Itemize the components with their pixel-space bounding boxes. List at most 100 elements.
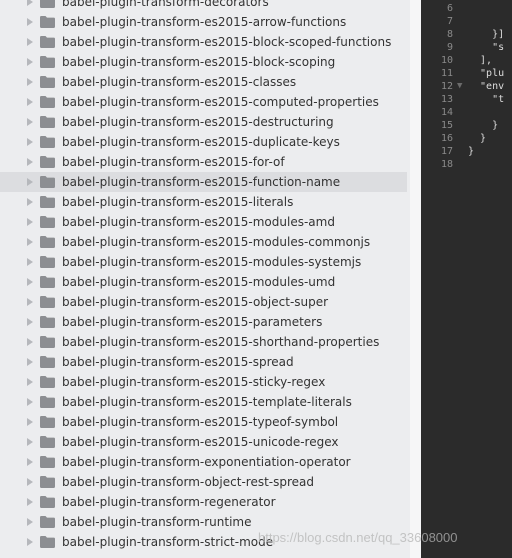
tree-item-folder[interactable]: babel-plugin-transform-es2015-typeof-sym… <box>0 412 410 432</box>
disclosure-arrow-icon[interactable] <box>27 458 33 466</box>
code-editor[interactable]: 6 7 8 }] 9 "s 10 ], 11 "plu 12 ▼ "env 13 "t 14 … <box>421 0 512 558</box>
tree-item-folder[interactable]: babel-plugin-transform-es2015-modules-sy… <box>0 252 410 272</box>
disclosure-arrow-icon[interactable] <box>27 158 33 166</box>
tree-item-folder[interactable]: babel-plugin-transform-runtime <box>0 512 410 532</box>
disclosure-arrow-icon[interactable] <box>27 218 33 226</box>
tree-item-folder[interactable]: babel-plugin-transform-regenerator <box>0 492 410 512</box>
folder-icon <box>40 16 55 28</box>
tree-item-folder[interactable]: babel-plugin-transform-exponentiation-op… <box>0 452 410 472</box>
tree-item-folder[interactable]: babel-plugin-transform-es2015-unicode-re… <box>0 432 410 452</box>
code-text: "s <box>468 42 505 53</box>
tree-item-label: babel-plugin-transform-runtime <box>62 515 252 529</box>
disclosure-arrow-icon[interactable] <box>27 118 33 126</box>
disclosure-arrow-icon[interactable] <box>27 78 33 86</box>
tree-item-folder[interactable]: babel-plugin-transform-es2015-literals <box>0 192 410 212</box>
tree-item-label: babel-plugin-transform-es2015-literals <box>62 195 294 209</box>
disclosure-arrow-icon[interactable] <box>27 438 33 446</box>
disclosure-arrow-icon[interactable] <box>27 318 33 326</box>
disclosure-arrow-icon[interactable] <box>27 498 33 506</box>
tree-item-folder[interactable]: babel-plugin-transform-es2015-modules-co… <box>0 232 410 252</box>
pane-divider[interactable] <box>410 0 421 558</box>
tree-item-label: babel-plugin-transform-es2015-spread <box>62 355 294 369</box>
tree-item-folder[interactable]: babel-plugin-transform-es2015-block-scop… <box>0 52 410 72</box>
disclosure-arrow-icon[interactable] <box>27 198 33 206</box>
folder-icon <box>40 36 55 48</box>
disclosure-arrow-icon[interactable] <box>27 258 33 266</box>
code-line: 6 <box>421 2 512 15</box>
disclosure-arrow-icon[interactable] <box>27 338 33 346</box>
tree-item-label: babel-plugin-transform-es2015-modules-sy… <box>62 255 362 269</box>
tree-item-folder[interactable]: babel-plugin-transform-es2015-sticky-reg… <box>0 372 410 392</box>
disclosure-arrow-icon[interactable] <box>27 538 33 546</box>
line-number: 15 <box>440 120 453 131</box>
disclosure-arrow-icon[interactable] <box>27 58 33 66</box>
folder-icon <box>40 496 55 508</box>
tree-item-label: babel-plugin-transform-exponentiation-op… <box>62 455 351 469</box>
tree-item-folder[interactable]: babel-plugin-transform-es2015-function-n… <box>0 172 407 192</box>
code-text: "t <box>468 94 505 105</box>
tree-item-folder[interactable]: babel-plugin-transform-es2015-template-l… <box>0 392 410 412</box>
tree-item-folder[interactable]: babel-plugin-transform-es2015-duplicate-… <box>0 132 410 152</box>
disclosure-arrow-icon[interactable] <box>27 418 33 426</box>
line-number: 11 <box>440 68 453 79</box>
tree-item-label: babel-plugin-transform-es2015-destructur… <box>62 115 334 129</box>
code-line: 18 <box>421 158 512 171</box>
tree-item-folder[interactable]: babel-plugin-transform-es2015-for-of <box>0 152 410 172</box>
tree-item-label: babel-plugin-transform-es2015-duplicate-… <box>62 135 340 149</box>
folder-icon <box>40 476 55 488</box>
tree-item-folder[interactable]: babel-plugin-transform-object-rest-sprea… <box>0 472 410 492</box>
tree-item-label: babel-plugin-transform-es2015-unicode-re… <box>62 435 339 449</box>
tree-item-label: babel-plugin-transform-es2015-modules-co… <box>62 235 371 249</box>
tree-item-folder[interactable]: babel-plugin-transform-es2015-modules-am… <box>0 212 410 232</box>
folder-icon <box>40 436 55 448</box>
code-line: 17} <box>421 145 512 158</box>
disclosure-arrow-icon[interactable] <box>27 478 33 486</box>
tree-item-folder[interactable]: babel-plugin-transform-es2015-shorthand-… <box>0 332 410 352</box>
line-number: 17 <box>440 146 453 157</box>
folder-icon <box>40 516 55 528</box>
disclosure-arrow-icon[interactable] <box>27 238 33 246</box>
folder-icon <box>40 296 55 308</box>
folder-icon <box>40 536 55 548</box>
folder-icon <box>40 136 55 148</box>
disclosure-arrow-icon[interactable] <box>27 358 33 366</box>
tree-item-folder[interactable]: babel-plugin-transform-es2015-modules-um… <box>0 272 410 292</box>
code-line: 7 <box>421 15 512 28</box>
folder-icon <box>40 316 55 328</box>
tree-item-folder[interactable]: babel-plugin-transform-es2015-parameters <box>0 312 410 332</box>
fold-toggle-icon[interactable]: ▼ <box>457 80 467 93</box>
tree-item-folder[interactable]: babel-plugin-transform-es2015-spread <box>0 352 410 372</box>
tree-item-folder[interactable]: babel-plugin-transform-es2015-classes <box>0 72 410 92</box>
folder-icon <box>40 236 55 248</box>
disclosure-arrow-icon[interactable] <box>27 138 33 146</box>
tree-item-label: babel-plugin-transform-object-rest-sprea… <box>62 475 314 489</box>
code-text: } <box>468 146 475 157</box>
disclosure-arrow-icon[interactable] <box>27 0 33 6</box>
tree-item-folder[interactable]: babel-plugin-transform-es2015-computed-p… <box>0 92 410 112</box>
tree-item-folder[interactable]: babel-plugin-transform-es2015-block-scop… <box>0 32 410 52</box>
folder-icon <box>40 376 55 388</box>
tree-item-label: babel-plugin-transform-regenerator <box>62 495 276 509</box>
disclosure-arrow-icon[interactable] <box>27 18 33 26</box>
disclosure-arrow-icon[interactable] <box>27 398 33 406</box>
disclosure-arrow-icon[interactable] <box>27 278 33 286</box>
code-text: "plu <box>468 68 505 79</box>
disclosure-arrow-icon[interactable] <box>27 178 33 186</box>
disclosure-arrow-icon[interactable] <box>27 298 33 306</box>
disclosure-arrow-icon[interactable] <box>27 38 33 46</box>
tree-item-folder[interactable]: babel-plugin-transform-es2015-destructur… <box>0 112 410 132</box>
tree-item-folder[interactable]: babel-plugin-transform-es2015-object-sup… <box>0 292 410 312</box>
code-text: ], <box>468 55 493 66</box>
line-number: 6 <box>446 3 453 14</box>
disclosure-arrow-icon[interactable] <box>27 378 33 386</box>
tree-item-folder[interactable]: babel-plugin-transform-es2015-arrow-func… <box>0 12 410 32</box>
folder-icon <box>40 416 55 428</box>
line-number: 13 <box>440 94 453 105</box>
tree-item-label: babel-plugin-transform-decorators <box>62 0 269 9</box>
tree-item-folder[interactable]: babel-plugin-transform-decorators <box>0 0 410 12</box>
disclosure-arrow-icon[interactable] <box>27 518 33 526</box>
tree-item-label: babel-plugin-transform-es2015-computed-p… <box>62 95 379 109</box>
line-number: 8 <box>446 29 453 40</box>
disclosure-arrow-icon[interactable] <box>27 98 33 106</box>
